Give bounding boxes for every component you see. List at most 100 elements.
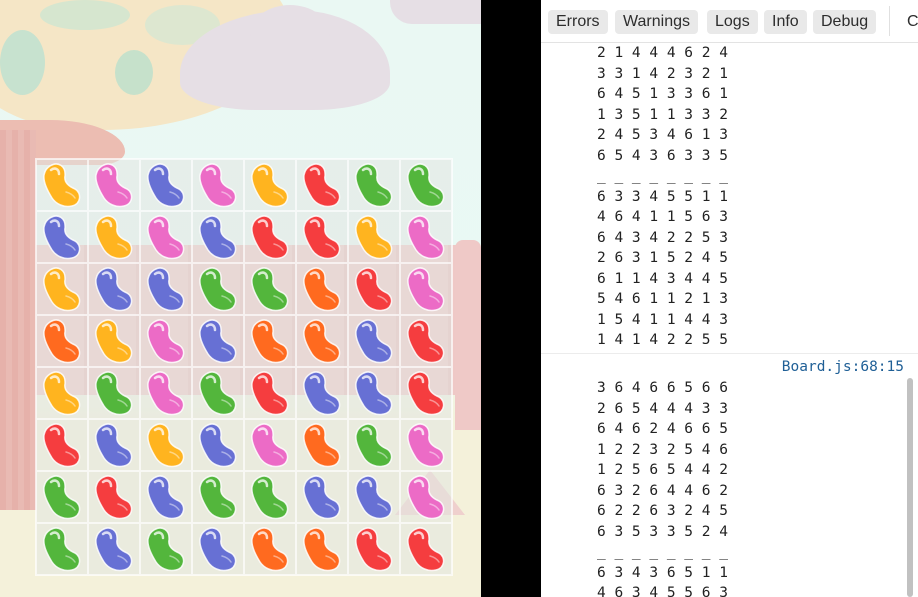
board-cell[interactable] [192, 315, 244, 367]
board-cell[interactable] [400, 159, 452, 211]
board-cell[interactable] [244, 419, 296, 471]
board-cell[interactable] [348, 523, 400, 575]
board-cell[interactable] [296, 315, 348, 367]
filter-debug-button[interactable]: Debug [813, 10, 877, 34]
source-link[interactable]: Board.js:68:15 [541, 356, 918, 378]
board-cell[interactable] [244, 471, 296, 523]
board-cell[interactable] [348, 159, 400, 211]
filter-warnings-button[interactable]: Warnings [615, 10, 698, 34]
console-scrollbar[interactable] [907, 378, 913, 597]
blue-jelly-bean-icon [95, 267, 133, 312]
green-jelly-bean-icon [251, 475, 289, 520]
board-cell[interactable] [296, 419, 348, 471]
pink-jelly-bean-icon [95, 163, 133, 208]
board-cell[interactable] [140, 211, 192, 263]
board-cell[interactable] [88, 523, 140, 575]
filter-errors-button[interactable]: Errors [548, 10, 608, 34]
pink-jelly-bean-icon [147, 215, 185, 260]
board-cell[interactable] [244, 367, 296, 419]
board-cell[interactable] [348, 315, 400, 367]
board-cell[interactable] [400, 315, 452, 367]
board-cell[interactable] [88, 159, 140, 211]
board-cell[interactable] [400, 263, 452, 315]
board-cell[interactable] [400, 367, 452, 419]
board-cell[interactable] [88, 419, 140, 471]
board-cell[interactable] [140, 523, 192, 575]
board-cell[interactable] [192, 471, 244, 523]
board-cell[interactable] [348, 419, 400, 471]
board-cell[interactable] [296, 211, 348, 263]
board-cell[interactable] [244, 315, 296, 367]
board-cell[interactable] [192, 263, 244, 315]
board-cell[interactable] [36, 367, 88, 419]
log-line: 3 3 1 4 2 3 2 1 [597, 65, 728, 82]
green-jelly-bean-icon [43, 475, 81, 520]
board-cell[interactable] [296, 523, 348, 575]
board-cell[interactable] [140, 159, 192, 211]
board-cell[interactable] [296, 263, 348, 315]
board-cell[interactable] [348, 367, 400, 419]
game-board [35, 158, 453, 576]
clear-console-button[interactable]: C [907, 10, 918, 34]
red-jelly-bean-icon [43, 423, 81, 468]
board-cell[interactable] [192, 419, 244, 471]
board-cell[interactable] [140, 471, 192, 523]
board-cell[interactable] [140, 419, 192, 471]
board-cell[interactable] [36, 471, 88, 523]
red-jelly-bean-icon [251, 371, 289, 416]
board-cell[interactable] [192, 367, 244, 419]
green-jelly-bean-icon [199, 371, 237, 416]
board-cell[interactable] [192, 159, 244, 211]
board-cell[interactable] [36, 419, 88, 471]
board-cell[interactable] [36, 523, 88, 575]
board-cell[interactable] [400, 523, 452, 575]
board-cell[interactable] [348, 263, 400, 315]
board-cell[interactable] [296, 367, 348, 419]
pink-jelly-bean-icon [199, 163, 237, 208]
board-cell[interactable] [296, 159, 348, 211]
board-cell[interactable] [140, 367, 192, 419]
board-cell[interactable] [88, 263, 140, 315]
board-cell[interactable] [88, 367, 140, 419]
board-cell[interactable] [36, 211, 88, 263]
log-line: _ _ _ _ _ _ _ _ [597, 168, 728, 184]
log-line: 6 4 3 4 2 2 5 3 [597, 229, 728, 246]
board-cell[interactable] [36, 315, 88, 367]
board-cell[interactable] [140, 315, 192, 367]
board-cell[interactable] [88, 471, 140, 523]
board-cell[interactable] [348, 211, 400, 263]
green-jelly-bean-icon [95, 371, 133, 416]
filter-logs-button[interactable]: Logs [707, 10, 758, 34]
board-cell[interactable] [348, 471, 400, 523]
board-cell[interactable] [36, 159, 88, 211]
log-line: 3 6 4 6 6 5 6 6 [597, 380, 728, 396]
log-line: 2 6 5 4 4 4 3 3 [597, 400, 728, 417]
blue-jelly-bean-icon [199, 527, 237, 572]
board-cell[interactable] [88, 315, 140, 367]
board-cell[interactable] [296, 471, 348, 523]
orange-jelly-bean-icon [303, 527, 341, 572]
orange-jelly-bean-icon [303, 319, 341, 364]
orange-jelly-bean-icon [251, 527, 289, 572]
board-cell[interactable] [400, 419, 452, 471]
red-jelly-bean-icon [407, 527, 445, 572]
filter-info-button[interactable]: Info [764, 10, 807, 34]
board-cell[interactable] [244, 211, 296, 263]
board-cell[interactable] [244, 159, 296, 211]
board-cell[interactable] [400, 211, 452, 263]
cloud [250, 5, 330, 65]
board-cell[interactable] [88, 211, 140, 263]
tree-leaf [115, 50, 153, 95]
board-cell[interactable] [400, 471, 452, 523]
console-log-area: 2 1 4 4 4 6 2 4 3 3 1 4 2 3 2 1 6 4 5 1 3 … [541, 43, 918, 597]
pink-jelly-bean-icon [251, 423, 289, 468]
board-cell[interactable] [140, 263, 192, 315]
board-cell[interactable] [192, 523, 244, 575]
console-log-entry: 2 1 4 4 4 6 2 4 3 3 1 4 2 3 2 1 6 4 5 1 3 … [541, 43, 918, 354]
board-cell[interactable] [36, 263, 88, 315]
pink-jelly-bean-icon [407, 475, 445, 520]
board-cell[interactable] [244, 523, 296, 575]
board-cell[interactable] [244, 263, 296, 315]
red-jelly-bean-icon [355, 267, 393, 312]
board-cell[interactable] [192, 211, 244, 263]
